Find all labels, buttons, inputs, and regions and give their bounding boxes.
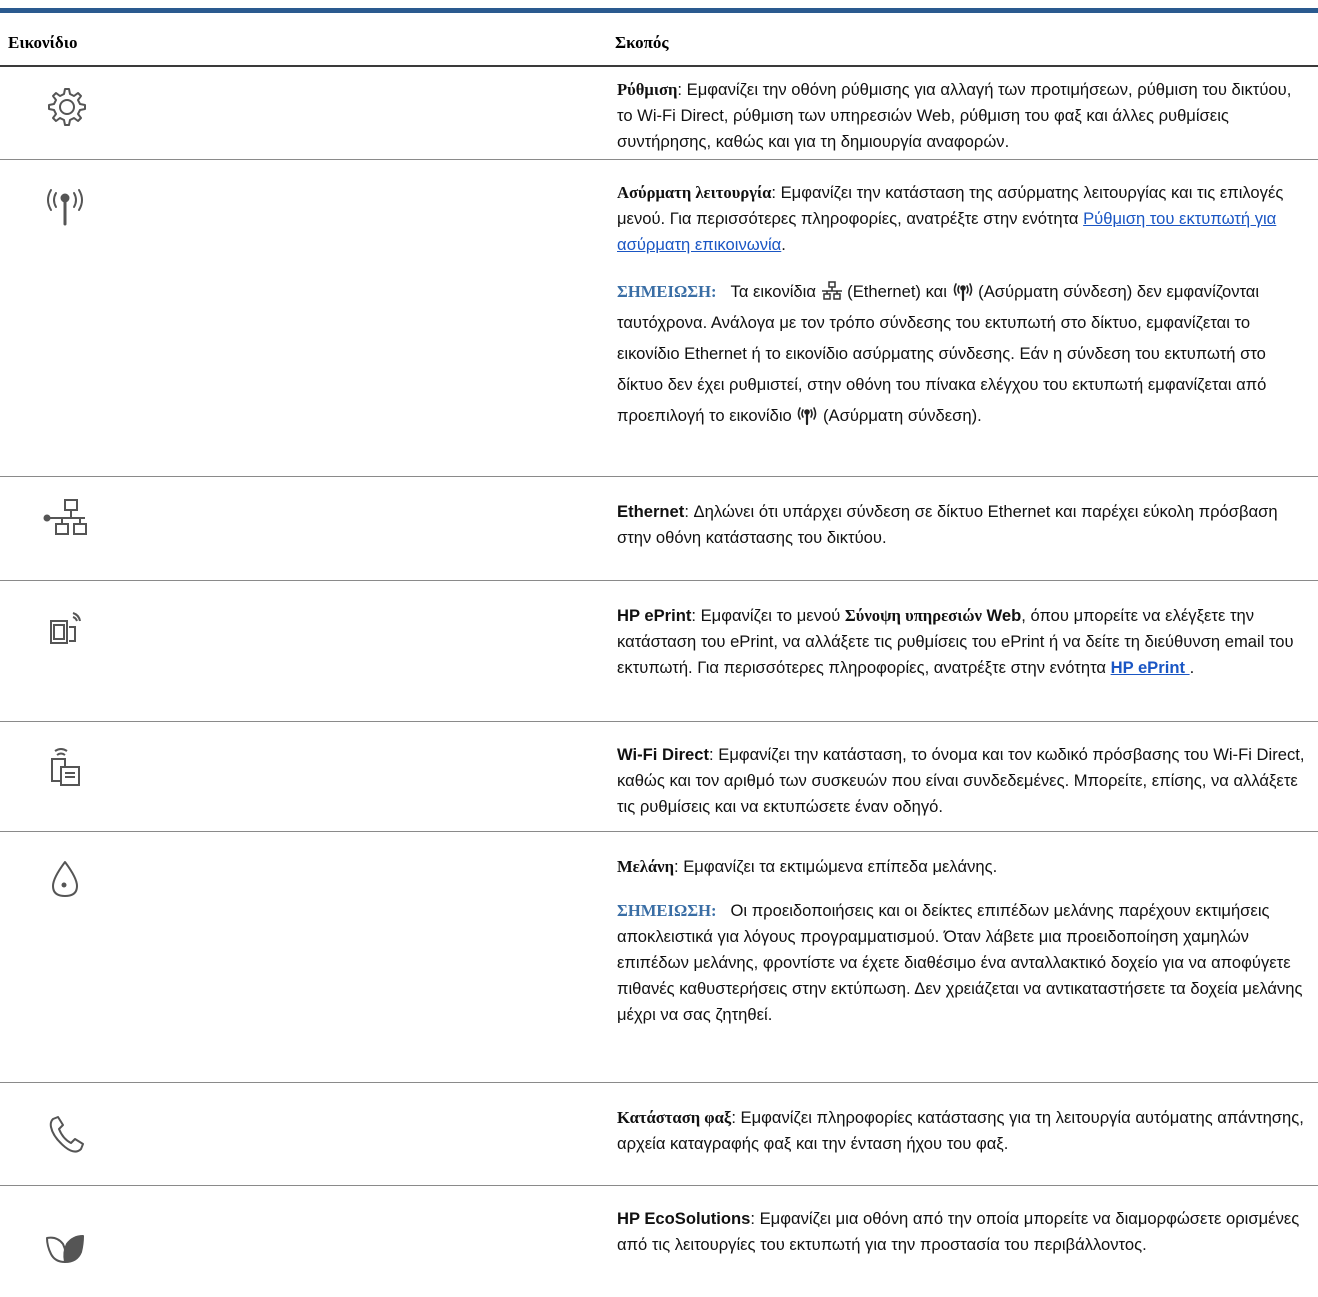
ethernet-title: Ethernet — [617, 502, 685, 521]
table-row-ink: Μελάνη: Εμφανίζει τα εκτιμώμενα επίπεδα … — [0, 832, 1318, 1083]
eco-description: HP EcoSolutions: Εμφανίζει μια οθόνη από… — [617, 1206, 1307, 1258]
eprint-link[interactable]: HP ePrint — [1111, 658, 1190, 677]
ethernet-text: : Δηλώνει ότι υπάρχει σύνδεση σε δίκτυο … — [617, 502, 1278, 547]
ink-note-label: ΣΗΜΕΙΩΣΗ: — [617, 901, 717, 920]
setup-title: Ρύθμιση — [617, 80, 678, 99]
eprint-text-end: . — [1189, 658, 1195, 677]
header-purpose-column: Σκοπός — [615, 33, 669, 52]
table-row-wireless: Ασύρματη λειτουργία: Εμφανίζει την κατάσ… — [0, 160, 1318, 477]
phone-handset-icon — [35, 1109, 95, 1159]
ink-description: Μελάνη: Εμφανίζει τα εκτιμώμενα επίπεδα … — [617, 854, 1307, 1028]
eprint-menu-web: Web — [981, 606, 1022, 625]
setup-text: : Εμφανίζει την οθόνη ρύθμισης για αλλαγ… — [617, 80, 1292, 151]
wireless-inline-icon — [952, 281, 974, 301]
wireless-description: Ασύρματη λειτουργία: Εμφανίζει την κατάσ… — [617, 180, 1307, 431]
wireless-title: Ασύρματη λειτουργία — [617, 183, 772, 202]
wireless-note-text-4: (Ασύρματη σύνδεση). — [818, 406, 982, 425]
gear-icon — [35, 81, 95, 131]
ink-text: : Εμφανίζει τα εκτιμώμενα επίπεδα μελάνη… — [674, 857, 998, 876]
wireless-antenna-icon — [35, 180, 95, 230]
wireless-text-end: . — [781, 235, 786, 254]
eprint-menu-name: Σύνοψη υπηρεσιών — [844, 606, 982, 625]
wifi-direct-icon — [35, 742, 95, 792]
ink-note-text: Οι προειδοποιήσεις και οι δείκτες επιπέδ… — [617, 901, 1303, 1024]
wireless-inline-icon-2 — [796, 405, 818, 425]
wireless-note-label: ΣΗΜΕΙΩΣΗ: — [617, 282, 717, 301]
wireless-note-text-1: Τα εικονίδια — [730, 282, 821, 301]
ethernet-network-icon — [35, 493, 95, 543]
wifi-direct-text: : Εμφανίζει την κατάσταση, το όνομα και … — [617, 745, 1305, 816]
header-icon-column: Εικονίδιο — [8, 33, 78, 52]
table-row-eprint: HP ePrint: Εμφανίζει το μενού Σύνοψη υπη… — [0, 581, 1318, 722]
wifi-direct-description: Wi-Fi Direct: Εμφανίζει την κατάσταση, τ… — [617, 742, 1307, 820]
eprint-icon — [35, 605, 95, 655]
wifi-direct-title: Wi-Fi Direct — [617, 745, 710, 764]
setup-description: Ρύθμιση: Εμφανίζει την οθόνη ρύθμισης γι… — [617, 77, 1307, 155]
ethernet-description: Ethernet: Δηλώνει ότι υπάρχει σύνδεση σε… — [617, 499, 1307, 551]
table-header: Εικονίδιο Σκοπός — [0, 13, 1318, 67]
leaf-icon — [35, 1224, 95, 1274]
table-row-setup: Ρύθμιση: Εμφανίζει την οθόνη ρύθμισης γι… — [0, 67, 1318, 160]
eco-title: HP EcoSolutions — [617, 1209, 751, 1228]
eprint-title: HP ePrint — [617, 606, 692, 625]
table-row-wifi-direct: Wi-Fi Direct: Εμφανίζει την κατάσταση, τ… — [0, 722, 1318, 832]
table-row-ethernet: Ethernet: Δηλώνει ότι υπάρχει σύνδεση σε… — [0, 477, 1318, 581]
table-row-eco: HP EcoSolutions: Εμφανίζει μια οθόνη από… — [0, 1186, 1318, 1294]
ink-title: Μελάνη — [617, 857, 675, 876]
eprint-text-1: : Εμφανίζει το μενού — [691, 606, 845, 625]
ink-drop-icon — [35, 854, 95, 904]
fax-title: Κατάσταση φαξ — [617, 1108, 732, 1127]
ethernet-inline-icon — [821, 281, 843, 301]
table-row-fax: Κατάσταση φαξ: Εμφανίζει πληροφορίες κατ… — [0, 1083, 1318, 1186]
wireless-note-text-3: (Ασύρματη σύνδεση) δεν εμφανίζονται ταυτ… — [617, 282, 1267, 425]
fax-description: Κατάσταση φαξ: Εμφανίζει πληροφορίες κατ… — [617, 1105, 1307, 1157]
wireless-note-text-2: (Ethernet) και — [842, 282, 952, 301]
eprint-description: HP ePrint: Εμφανίζει το μενού Σύνοψη υπη… — [617, 603, 1307, 681]
